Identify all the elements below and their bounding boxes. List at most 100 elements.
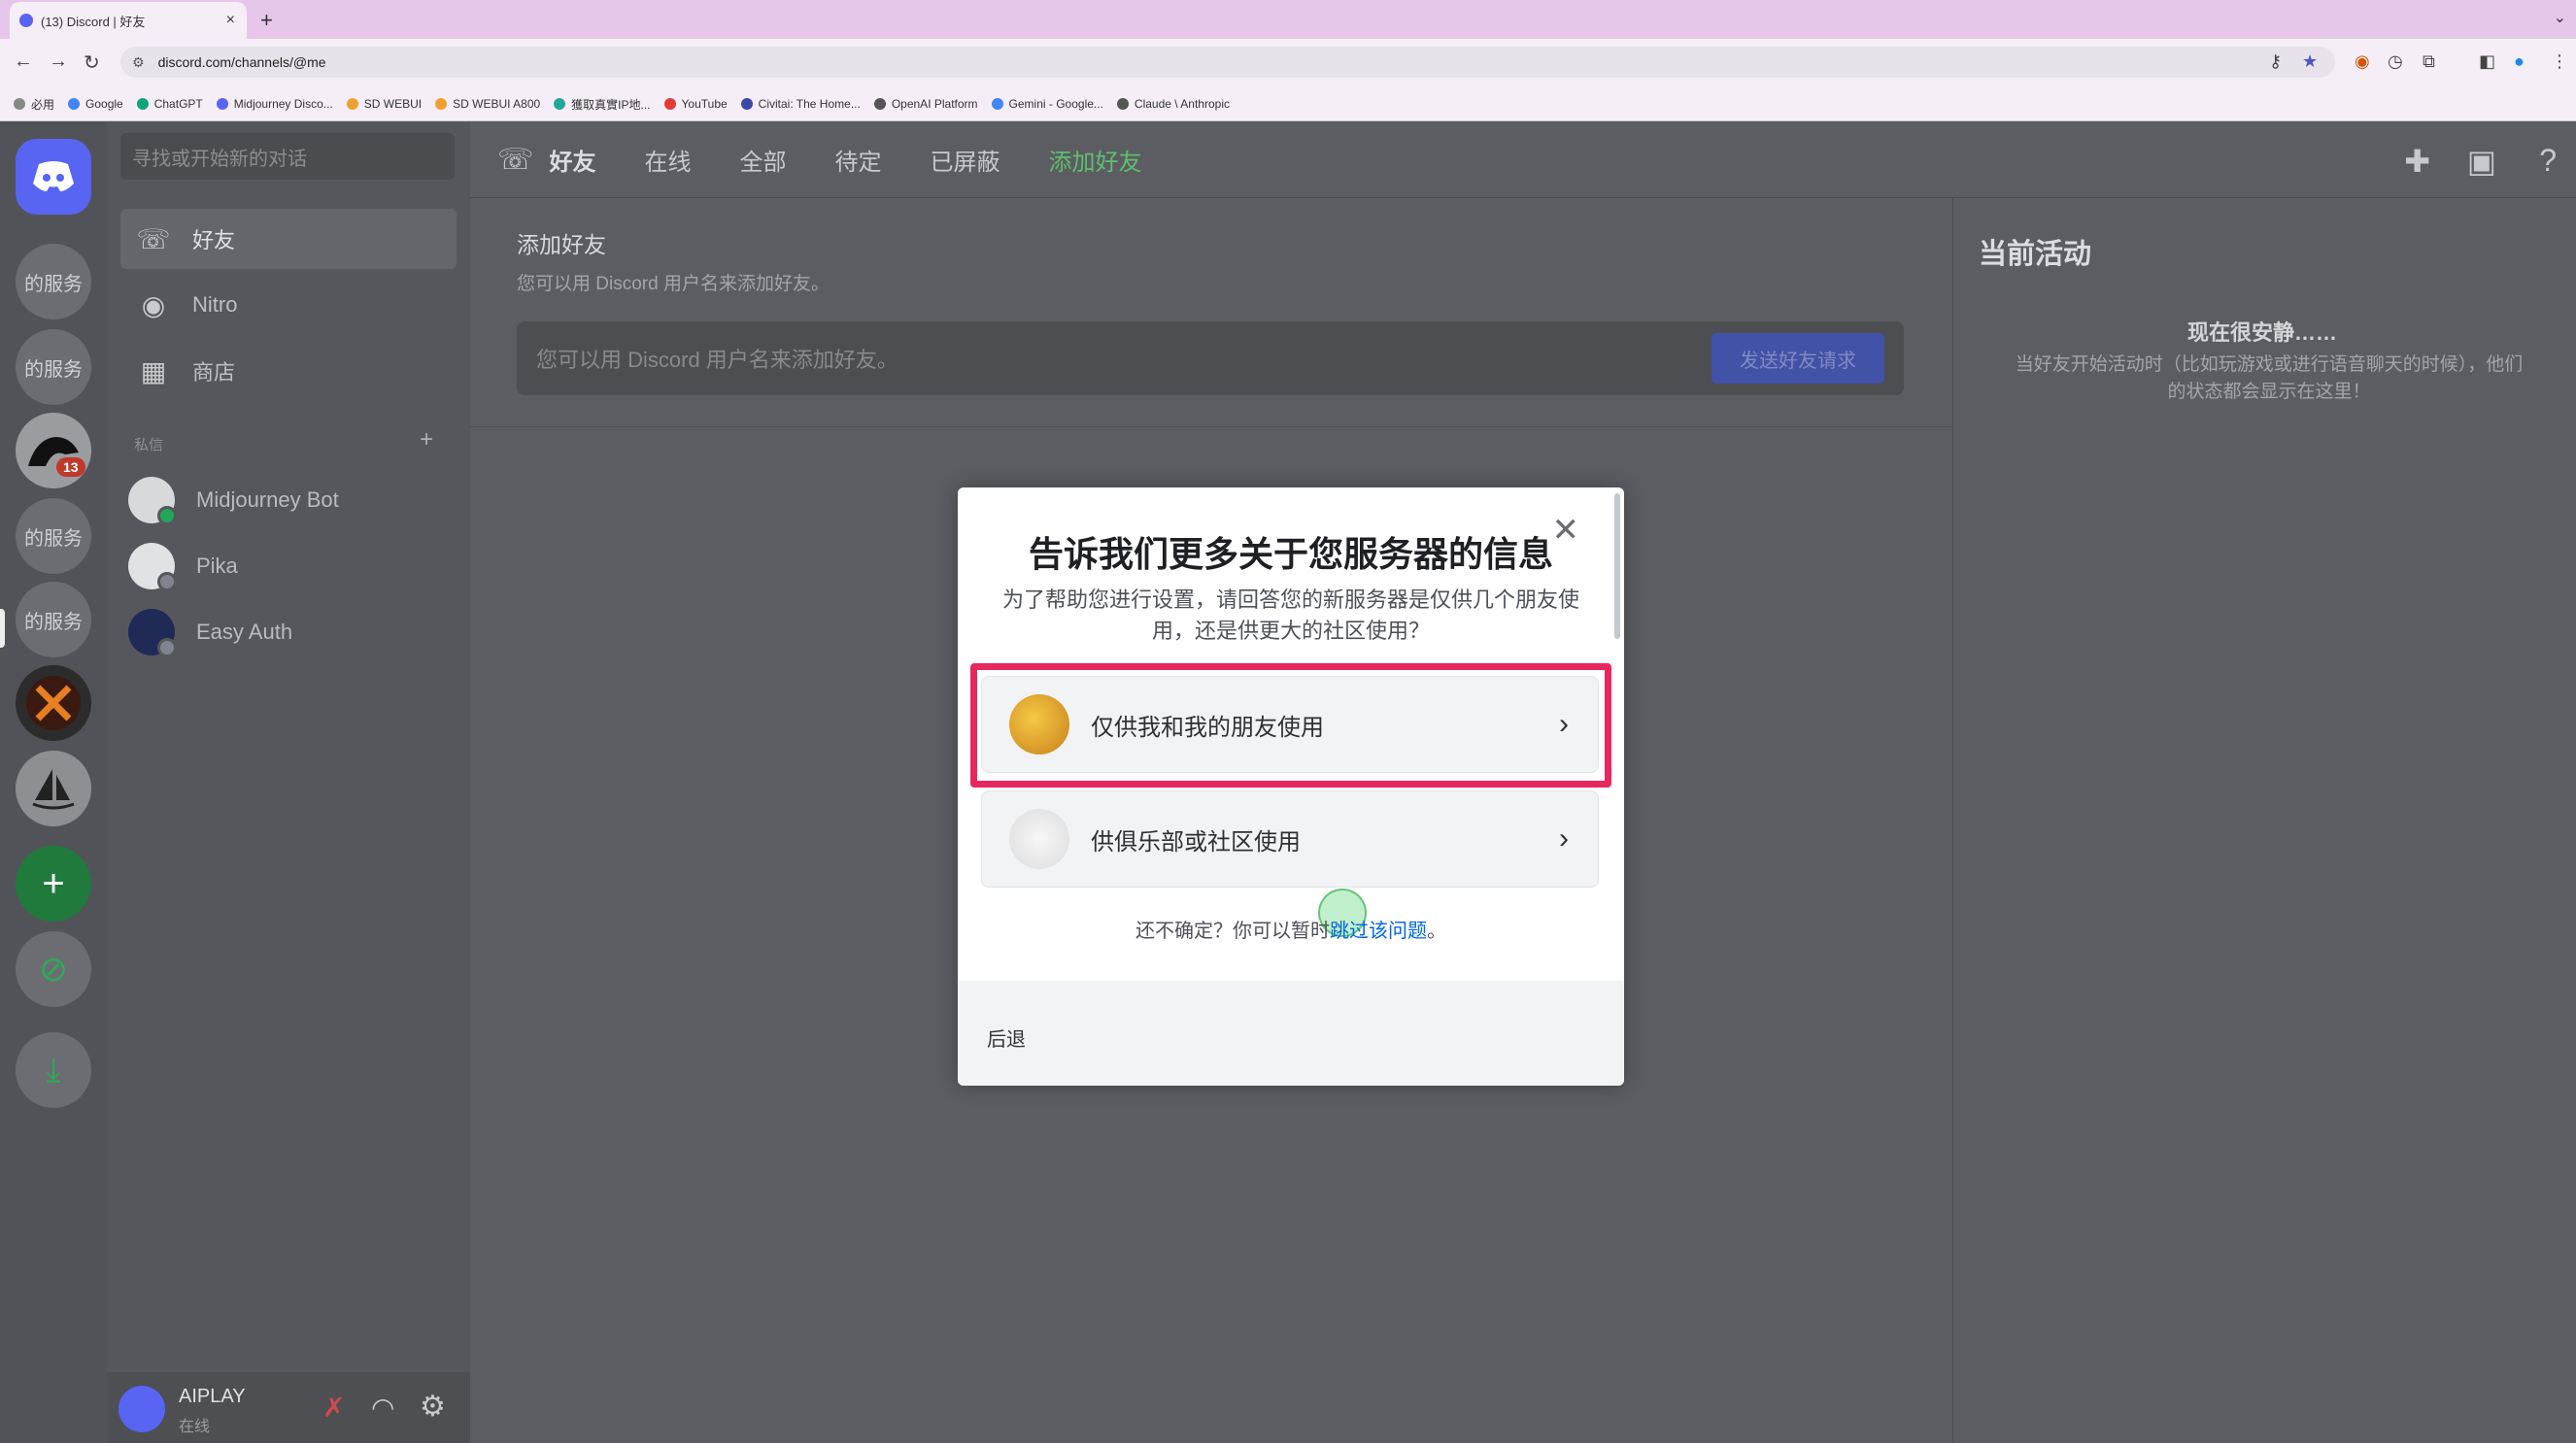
add-server-icon[interactable]: +: [16, 846, 91, 922]
option-club-community[interactable]: 供俱乐部或社区使用 ›: [981, 790, 1599, 888]
easy-auth-avatar: [128, 609, 177, 657]
create-dm-icon[interactable]: +: [420, 426, 433, 453]
midjourney-bot-avatar: [128, 477, 177, 525]
dm-item[interactable]: Midjourney Bot: [128, 471, 339, 529]
dm-name: Pika: [196, 554, 238, 578]
tab-add-friend[interactable]: 添加好友: [1049, 143, 1142, 177]
nav-friends-label: 好友: [192, 228, 236, 252]
discord-home-icon[interactable]: [16, 139, 91, 215]
notification-badge: 13: [56, 457, 85, 477]
download-apps-icon[interactable]: ⤓: [16, 1032, 91, 1108]
bookmark-item[interactable]: Civitai: The Home...: [740, 97, 861, 111]
unsure-prefix: 还不确定？你可以暂时: [1135, 921, 1330, 942]
browser-tab[interactable]: (13) Discord | 好友 ×: [10, 2, 247, 39]
skip-question-link[interactable]: 跳过该问题: [1330, 921, 1427, 942]
explore-servers-icon[interactable]: ⊘: [16, 931, 91, 1007]
username: AIPLAY: [179, 1386, 246, 1407]
headphones-icon[interactable]: ◠: [371, 1392, 394, 1424]
address-bar-row: ← → ↻ ⚙ discord.com/channels/@me ⚷ ★ ◉ ◷…: [0, 39, 2576, 87]
mute-mic-icon[interactable]: ✗: [322, 1392, 345, 1424]
send-friend-request-button[interactable]: 发送好友请求: [1712, 333, 1884, 384]
bookmark-item[interactable]: 必用: [14, 96, 54, 113]
channel-sidebar: 寻找或开始新的对话 ☏ 好友 ◉ Nitro ▦ 商店 私信 + Midjour…: [107, 121, 470, 1443]
server-list: 的服务 的服务 13 的服务 的服务 + ⊘ ⤓: [0, 121, 107, 1443]
server-icon[interactable]: [16, 665, 91, 741]
user-status: 在线: [179, 1419, 211, 1435]
browser-menu-icon[interactable]: ⋮: [2551, 51, 2568, 72]
tab-search-icon[interactable]: ⌄: [2554, 8, 2566, 27]
url-input[interactable]: ⚙ discord.com/channels/@me: [120, 47, 2335, 78]
help-icon[interactable]: ?: [2539, 143, 2557, 179]
server-selected-pill: [0, 609, 5, 648]
sidepanel-icon[interactable]: ◧: [2479, 51, 2495, 72]
bookmark-item[interactable]: Gemini - Google...: [991, 97, 1103, 111]
midjourney-server-icon[interactable]: [16, 751, 91, 826]
extension-icon[interactable]: ◉: [2355, 51, 2370, 72]
add-friend-placeholder: 您可以用 Discord 用户名来添加好友。: [536, 348, 898, 372]
add-friend-input[interactable]: 您可以用 Discord 用户名来添加好友。 发送好友请求: [517, 321, 1904, 395]
tab-all[interactable]: 全部: [740, 143, 787, 177]
back-icon[interactable]: ←: [14, 50, 33, 73]
search-input[interactable]: 寻找或开始新的对话: [120, 133, 455, 180]
dm-header: 私信: [134, 437, 164, 453]
settings-gear-icon[interactable]: ⚙: [420, 1390, 446, 1424]
reload-icon[interactable]: ↻: [84, 50, 100, 75]
friends-wave-icon: ☏: [136, 223, 171, 254]
modal-footer: 后退: [958, 981, 1624, 1086]
user-avatar[interactable]: [119, 1386, 165, 1432]
discord-app: 的服务 的服务 13 的服务 的服务 + ⊘ ⤓ 寻找或开始新的对话 ☏ 好友 …: [0, 121, 2576, 1443]
divider: [470, 426, 1952, 427]
dm-item[interactable]: Easy Auth: [128, 603, 292, 661]
forward-icon[interactable]: →: [49, 50, 68, 73]
close-tab-icon[interactable]: ×: [226, 12, 235, 29]
new-tab-icon[interactable]: +: [260, 8, 273, 33]
shop-icon: ▦: [140, 355, 167, 386]
tab-online[interactable]: 在线: [645, 143, 692, 177]
bookmark-item[interactable]: 獲取真實IP地...: [554, 96, 651, 113]
unsure-text: 还不确定？你可以暂时跳过该问题。: [958, 915, 1624, 943]
modal-title: 告诉我们更多关于您服务器的信息: [1028, 534, 1553, 574]
nav-shop-label: 商店: [192, 360, 236, 385]
dm-name: Easy Auth: [196, 620, 293, 644]
close-icon[interactable]: ✕: [1552, 511, 1580, 550]
nitro-icon: ◉: [141, 289, 166, 320]
server-purpose-modal: 告诉我们更多关于您服务器的信息 ✕ 为了帮助您进行设置，请回答您的新服务器是仅供…: [958, 487, 1624, 1086]
inbox-icon[interactable]: ▣: [2467, 143, 2496, 180]
server-icon[interactable]: 的服务: [16, 582, 91, 657]
bookmark-item[interactable]: ChatGPT: [136, 97, 203, 111]
friends-title: 好友: [549, 149, 596, 176]
bookmark-item[interactable]: OpenAI Platform: [873, 97, 978, 111]
history-icon[interactable]: ◷: [2388, 51, 2403, 72]
extensions-puzzle-icon[interactable]: ⧉: [2423, 51, 2435, 72]
server-icon[interactable]: 的服务: [16, 244, 91, 319]
bookmark-item[interactable]: YouTube: [663, 97, 728, 111]
profile-avatar-icon[interactable]: ●: [2514, 51, 2525, 72]
password-key-icon[interactable]: ⚷: [2269, 51, 2282, 72]
modal-description: 为了帮助您进行设置，请回答您的新服务器是仅供几个朋友使用，还是供更大的社区使用？: [1001, 587, 1579, 643]
tab-pending[interactable]: 待定: [835, 143, 882, 177]
nav-friends[interactable]: ☏ 好友: [120, 209, 457, 269]
server-icon[interactable]: 的服务: [16, 498, 91, 574]
new-group-dm-icon[interactable]: ✚: [2404, 143, 2430, 180]
dm-name: Midjourney Bot: [196, 487, 339, 512]
highlight-box: [970, 663, 1611, 788]
add-friend-heading: 添加好友: [517, 232, 606, 257]
nav-shop[interactable]: ▦ 商店: [120, 341, 457, 401]
bookmark-item[interactable]: Google: [68, 97, 123, 111]
site-info-icon[interactable]: ⚙: [132, 54, 145, 71]
back-button[interactable]: 后退: [987, 1024, 1026, 1052]
bookmark-item[interactable]: Midjourney Disco...: [216, 97, 333, 111]
tab-blocked[interactable]: 已屏蔽: [931, 143, 1000, 177]
server-icon[interactable]: [16, 413, 91, 488]
user-panel: AIPLAY 在线 ✗ ◠ ⚙: [107, 1372, 470, 1443]
bookmark-item[interactable]: SD WEBUI: [346, 97, 422, 111]
nav-nitro[interactable]: ◉ Nitro: [120, 275, 457, 335]
server-icon[interactable]: 的服务: [16, 329, 91, 405]
bookmark-item[interactable]: Claude \ Anthropic: [1116, 97, 1230, 111]
active-now-title: 当前活动: [1979, 239, 2092, 270]
dm-item[interactable]: Pika: [128, 537, 238, 595]
bookmark-star-icon[interactable]: ★: [2302, 51, 2318, 72]
option-friends-only[interactable]: 仅供我和我的朋友使用 ›: [970, 663, 1611, 937]
bookmark-item[interactable]: SD WEBUI A800: [435, 97, 540, 111]
bookmarks-bar: 必用 Google ChatGPT Midjourney Disco... SD…: [0, 87, 2576, 121]
